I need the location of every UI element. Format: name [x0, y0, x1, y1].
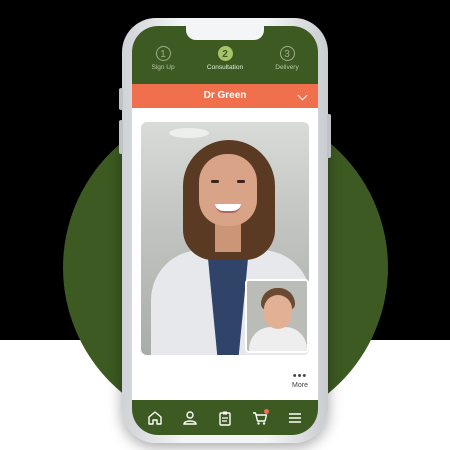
clipboard-icon[interactable]: [216, 409, 234, 427]
profile-icon[interactable]: [181, 409, 199, 427]
menu-icon[interactable]: [286, 409, 304, 427]
more-button[interactable]: ••• More: [292, 370, 308, 390]
chevron-down-icon: [297, 90, 308, 101]
bottom-nav: [132, 400, 318, 435]
self-view-face: [264, 295, 292, 329]
phone-power-button: [327, 114, 331, 158]
step-label: Consultation: [206, 64, 244, 71]
doctor-name: Dr Green: [203, 90, 247, 101]
more-dots-icon: •••: [292, 370, 308, 382]
doctor-face: [199, 154, 257, 226]
phone-volume-button: [119, 120, 123, 154]
step-label: Sign Up: [151, 64, 175, 71]
step-number: 2: [217, 46, 233, 61]
phone-screen: 1 Sign Up 2 Consultation 3 Delivery Dr G…: [132, 26, 318, 435]
home-icon[interactable]: [146, 409, 164, 427]
self-view-body: [249, 327, 307, 351]
step-number: 1: [155, 46, 171, 61]
more-label: More: [292, 382, 308, 389]
self-view-video[interactable]: [245, 279, 309, 353]
room-light: [169, 128, 209, 138]
step-label: Delivery: [275, 64, 299, 71]
step-consultation[interactable]: 2 Consultation: [194, 46, 256, 71]
phone-notch: [186, 26, 264, 40]
doctor-neck: [215, 222, 241, 252]
step-sign-up[interactable]: 1 Sign Up: [132, 46, 194, 71]
cart-icon[interactable]: [251, 408, 269, 427]
doctor-select[interactable]: Dr Green: [132, 84, 318, 108]
phone-frame: 1 Sign Up 2 Consultation 3 Delivery Dr G…: [119, 18, 331, 443]
doctor-eye-left: [211, 180, 219, 183]
cart-badge: [263, 408, 269, 414]
video-call-main: [141, 122, 309, 355]
doctor-eye-right: [237, 180, 245, 183]
phone-side-button: [119, 88, 123, 110]
step-number: 3: [279, 46, 295, 61]
step-delivery[interactable]: 3 Delivery: [256, 46, 318, 71]
